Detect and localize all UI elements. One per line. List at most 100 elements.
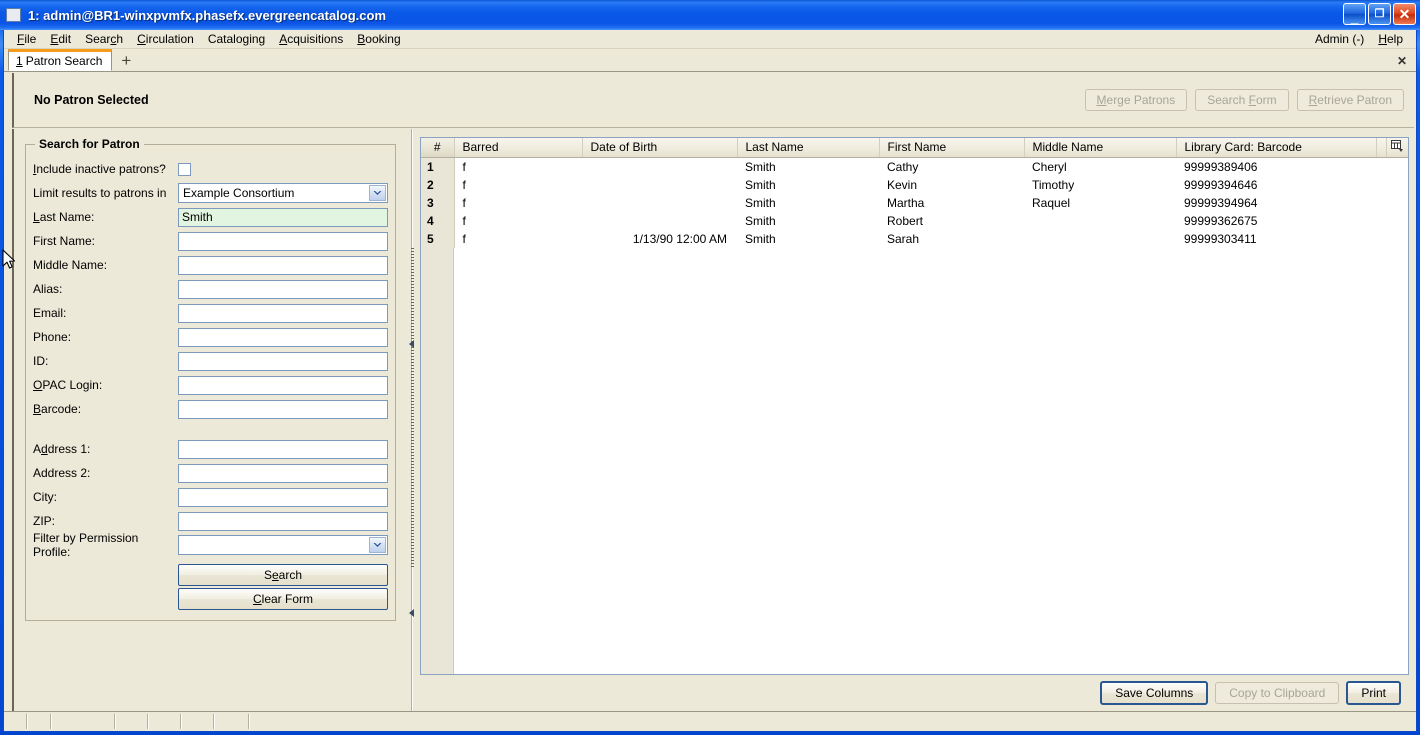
close-tab-icon[interactable]: ✕ — [1397, 54, 1416, 71]
menu-cataloging[interactable]: Cataloging — [201, 30, 272, 48]
column-header-first-name[interactable]: First Name — [879, 138, 1025, 158]
cell-barred: f — [454, 211, 582, 230]
save-columns-button[interactable]: Save Columns — [1100, 681, 1209, 705]
table-row[interactable]: 1 f Smith Cathy Cheryl 99999389406 — [421, 157, 1408, 176]
print-button[interactable]: Print — [1346, 681, 1401, 705]
clear-form-accel: C — [252, 592, 262, 606]
address-1-text: dress 1: — [47, 442, 91, 456]
merge-patrons-accel: M — [1096, 93, 1107, 107]
email-label: Email: — [33, 306, 67, 320]
email-input[interactable] — [178, 303, 388, 323]
menu-edit[interactable]: Edit — [43, 30, 78, 48]
cell-filler — [1376, 211, 1386, 230]
barcode-label: Barcode: — [33, 402, 178, 416]
cell-last-name: Smith — [737, 211, 879, 230]
opac-login-input[interactable] — [178, 375, 388, 395]
column-header-last-name[interactable]: Last Name — [737, 138, 880, 158]
splitter-collapse-right-icon[interactable] — [408, 606, 416, 617]
zip-input[interactable] — [178, 511, 388, 531]
menu-file[interactable]: File — [10, 30, 43, 48]
limit-results-select[interactable]: Example Consortium — [178, 183, 388, 203]
include-inactive-text: nclude inactive patrons? — [36, 162, 166, 176]
city-input[interactable] — [178, 487, 388, 507]
chevron-down-icon[interactable] — [369, 185, 386, 201]
row-address-2: Address 2: — [33, 461, 388, 485]
search-button-label: arch — [278, 568, 303, 582]
cell-picker-pad — [1386, 175, 1408, 194]
address-1-input[interactable] — [178, 439, 388, 459]
cell-middle-name — [1024, 211, 1176, 230]
retrieve-patron-button[interactable]: Retrieve Patron — [1296, 89, 1404, 111]
tab-patron-search[interactable]: 1 Patron Search — [8, 49, 113, 71]
include-inactive-label: Include inactive patrons? — [33, 162, 178, 176]
cell-middle-name: Raquel — [1024, 193, 1176, 212]
status-segment-6 — [183, 714, 215, 729]
include-inactive-checkbox[interactable] — [178, 162, 191, 176]
search-group-legend: Search for Patron — [39, 137, 140, 151]
search-form-button[interactable]: Search Form — [1195, 89, 1289, 111]
results-grid: # Barred Date of Birth Last Name First N… — [420, 137, 1409, 675]
menu-acquisitions[interactable]: Acquisitions — [272, 30, 350, 48]
cell-last-name: Smith — [737, 229, 879, 248]
close-button[interactable]: ✕ — [1393, 3, 1416, 25]
menu-admin[interactable]: Admin (-) — [1308, 30, 1371, 48]
column-header-middle-name[interactable]: Middle Name — [1024, 138, 1177, 158]
copy-to-clipboard-button[interactable]: Copy to Clipboard — [1215, 682, 1340, 704]
cell-first-name: Martha — [879, 193, 1024, 212]
maximize-button[interactable]: ❐ — [1368, 3, 1391, 25]
last-name-input[interactable] — [178, 207, 388, 227]
cell-dob — [582, 157, 737, 176]
opac-login-label: OPAC Login: — [33, 378, 178, 392]
cell-barcode: 99999362675 — [1176, 211, 1376, 230]
menu-booking[interactable]: Booking — [350, 30, 407, 48]
middle-name-input[interactable] — [178, 255, 388, 275]
table-row[interactable]: 5 f 1/13/90 12:00 AM Smith Sarah 9999930… — [421, 229, 1408, 248]
patron-id-input[interactable] — [178, 351, 388, 371]
row-zip: ZIP: — [33, 509, 388, 533]
middle-name-label: Middle Name: — [33, 258, 108, 272]
table-row[interactable]: 3 f Smith Martha Raquel 99999394964 — [421, 193, 1408, 212]
row-include-inactive: Include inactive patrons? — [33, 157, 388, 181]
tab-strip: 1 Patron Search + ✕ — [4, 49, 1416, 72]
cell-first-name: Cathy — [879, 157, 1024, 176]
cell-barred: f — [454, 175, 582, 194]
phone-input[interactable] — [178, 327, 388, 347]
column-picker-icon[interactable] — [1386, 138, 1408, 158]
menu-circulation[interactable]: Circulation — [130, 30, 201, 48]
merge-patrons-button[interactable]: Merge Patrons — [1084, 89, 1188, 111]
column-header-barred[interactable]: Barred — [454, 138, 583, 158]
column-header-dob[interactable]: Date of Birth — [582, 138, 738, 158]
table-row[interactable]: 2 f Smith Kevin Timothy 99999394646 — [421, 175, 1408, 194]
opac-login-accel: O — [33, 378, 43, 392]
row-address-1: Address 1: — [33, 437, 388, 461]
menu-cataloging-label: ing — [249, 32, 266, 46]
splitter-collapse-left-icon[interactable] — [408, 337, 416, 348]
menu-search[interactable]: Search — [78, 30, 130, 48]
column-header-number[interactable]: # — [421, 138, 455, 158]
barcode-input[interactable] — [178, 399, 388, 419]
results-table: # Barred Date of Birth Last Name First N… — [421, 138, 1408, 248]
permission-profile-select[interactable] — [178, 535, 388, 555]
clear-form-button[interactable]: Clear Form — [178, 588, 388, 610]
first-name-input[interactable] — [178, 231, 388, 251]
address-2-input[interactable] — [178, 463, 388, 483]
status-segment-3 — [53, 714, 116, 729]
new-tab-button[interactable]: + — [112, 52, 140, 71]
alias-input[interactable] — [178, 279, 388, 299]
cell-barcode: 99999394646 — [1176, 175, 1376, 194]
table-row[interactable]: 4 f Smith Robert 99999362675 — [421, 211, 1408, 230]
minimize-button[interactable]: _ — [1343, 3, 1366, 25]
pane-splitter[interactable] — [404, 129, 420, 711]
cell-middle-name: Cheryl — [1024, 157, 1176, 176]
row-clear-button: Clear Form — [33, 587, 388, 611]
cell-dob — [582, 193, 737, 212]
status-segment-message — [251, 714, 1415, 729]
row-id: ID: — [33, 349, 388, 373]
search-button[interactable]: Se arch — [178, 564, 388, 586]
column-header-barcode[interactable]: Library Card: Barcode — [1176, 138, 1377, 158]
cell-picker-pad — [1386, 157, 1408, 176]
chevron-down-icon[interactable] — [369, 537, 386, 553]
search-for-patron-group: Search for Patron Include inactive patro… — [25, 137, 396, 621]
window-controls: _ ❐ ✕ — [1343, 3, 1416, 25]
menu-help[interactable]: Help — [1371, 30, 1410, 48]
